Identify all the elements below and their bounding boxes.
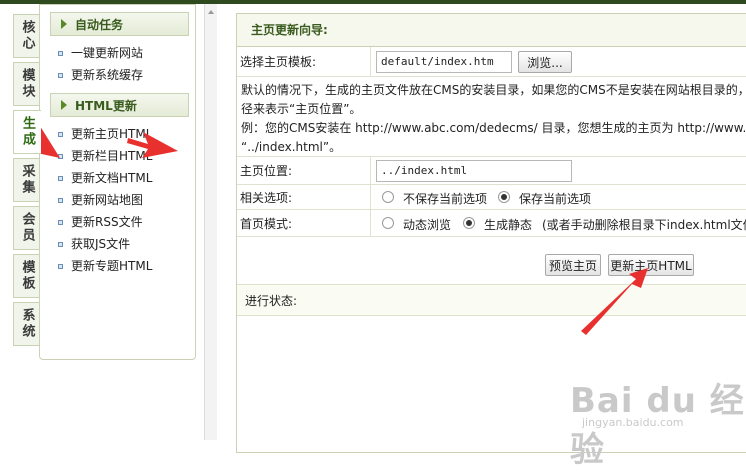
generate-menu: 自动任务 一键更新网站 更新系统缓存 HTML更新 更新主页HTML 更新栏目H… — [39, 4, 196, 360]
menu-item-update-site[interactable]: 一键更新网站 — [40, 42, 195, 64]
options-label: 相关选项: — [240, 190, 293, 205]
position-input[interactable]: ../index.html — [376, 160, 572, 182]
menu-item-update-column-html[interactable]: 更新栏目HTML — [40, 145, 195, 167]
tab-template[interactable]: 模板 — [13, 254, 40, 298]
no-save-label: 不保存当前选项 — [403, 192, 488, 206]
status-row: 进行状态: — [237, 284, 746, 316]
menu-item-get-js[interactable]: 获取JS文件 — [40, 233, 195, 255]
tab-member[interactable]: 会员 — [13, 206, 40, 250]
menu-section-title: 自动任务 — [75, 17, 124, 32]
menu-section-auto-tasks[interactable]: 自动任务 — [50, 12, 189, 36]
menu-item-update-cache[interactable]: 更新系统缓存 — [40, 64, 195, 86]
panel-title: 主页更新向导: — [237, 14, 746, 47]
status-label: 进行状态: — [245, 294, 298, 308]
bullet-icon — [58, 154, 63, 159]
position-label: 主页位置: — [240, 164, 293, 178]
tab-collect[interactable]: 采集 — [13, 158, 40, 202]
bullet-icon — [58, 132, 63, 137]
menu-item-update-sitemap[interactable]: 更新网站地图 — [40, 189, 195, 211]
template-input[interactable]: default/index.htm — [376, 51, 512, 73]
position-row: 主页位置: ../index.html — [237, 157, 746, 185]
menu-section-html-update[interactable]: HTML更新 — [50, 93, 189, 117]
tab-generate[interactable]: 生成 — [13, 110, 41, 154]
desc-line-3: 例：您的CMS安装在 http://www.abc.com/dedecms/ 目… — [241, 121, 746, 135]
no-save-radio[interactable] — [382, 191, 394, 203]
template-label: 选择主页模板: — [240, 55, 317, 69]
tab-module[interactable]: 模块 — [13, 62, 40, 106]
mode-note: (或者手动删除根目录下index.html文件 — [542, 218, 746, 232]
bullet-icon — [58, 220, 63, 225]
tab-core[interactable]: 核心 — [13, 14, 40, 58]
watermark-url: jingyan.baidu.com — [582, 416, 684, 429]
tab-system[interactable]: 系统 — [13, 302, 40, 346]
menu-section-title: HTML更新 — [75, 98, 137, 113]
bullet-icon — [58, 51, 63, 56]
save-label: 保存当前选项 — [519, 192, 592, 206]
bullet-icon — [58, 176, 63, 181]
desc-line-1: 默认的情况下，生成的主页文件放在CMS的安装目录，如果您的CMS不是安装在网站根… — [241, 83, 746, 97]
dynamic-label: 动态浏览 — [403, 218, 452, 232]
options-row: 相关选项: 不保存当前选项 保存当前选项 — [237, 185, 746, 210]
update-home-html-button[interactable]: 更新主页HTML — [608, 254, 694, 276]
mode-label: 首页模式: — [240, 216, 293, 231]
mode-row: 首页模式: 动态浏览 生成静态 (或者手动删除根目录下index.html文件 — [237, 210, 746, 237]
bullet-icon — [58, 73, 63, 78]
scroll-up-icon[interactable] — [208, 10, 214, 14]
module-tabs: 核心 模块 生成 采集 会员 模板 系统 — [0, 4, 41, 440]
browse-button[interactable]: 浏览... — [518, 51, 572, 73]
menu-item-update-home-html[interactable]: 更新主页HTML — [40, 123, 195, 145]
bullet-icon — [58, 198, 63, 203]
preview-home-button[interactable]: 预览主页 — [545, 254, 601, 276]
template-row: 选择主页模板: default/index.htm 浏览... — [237, 47, 746, 77]
menu-item-update-rss[interactable]: 更新RSS文件 — [40, 211, 195, 233]
desc-line-4: “../index.html”。 — [241, 140, 342, 154]
description-row: 默认的情况下，生成的主页文件放在CMS的安装目录，如果您的CMS不是安装在网站根… — [237, 77, 746, 157]
static-label: 生成静态 — [484, 218, 533, 232]
bullet-icon — [58, 264, 63, 269]
desc-line-2: 径来表示“主页位置”。 — [241, 102, 362, 116]
static-radio[interactable] — [463, 217, 475, 229]
triangle-right-icon — [61, 19, 67, 29]
save-radio[interactable] — [498, 191, 510, 203]
triangle-right-icon — [61, 100, 67, 110]
frame-scrollbar[interactable] — [204, 4, 217, 440]
menu-item-update-doc-html[interactable]: 更新文档HTML — [40, 167, 195, 189]
dynamic-radio[interactable] — [382, 217, 394, 229]
menu-item-update-topic-html[interactable]: 更新专题HTML — [40, 255, 195, 277]
bullet-icon — [58, 242, 63, 247]
